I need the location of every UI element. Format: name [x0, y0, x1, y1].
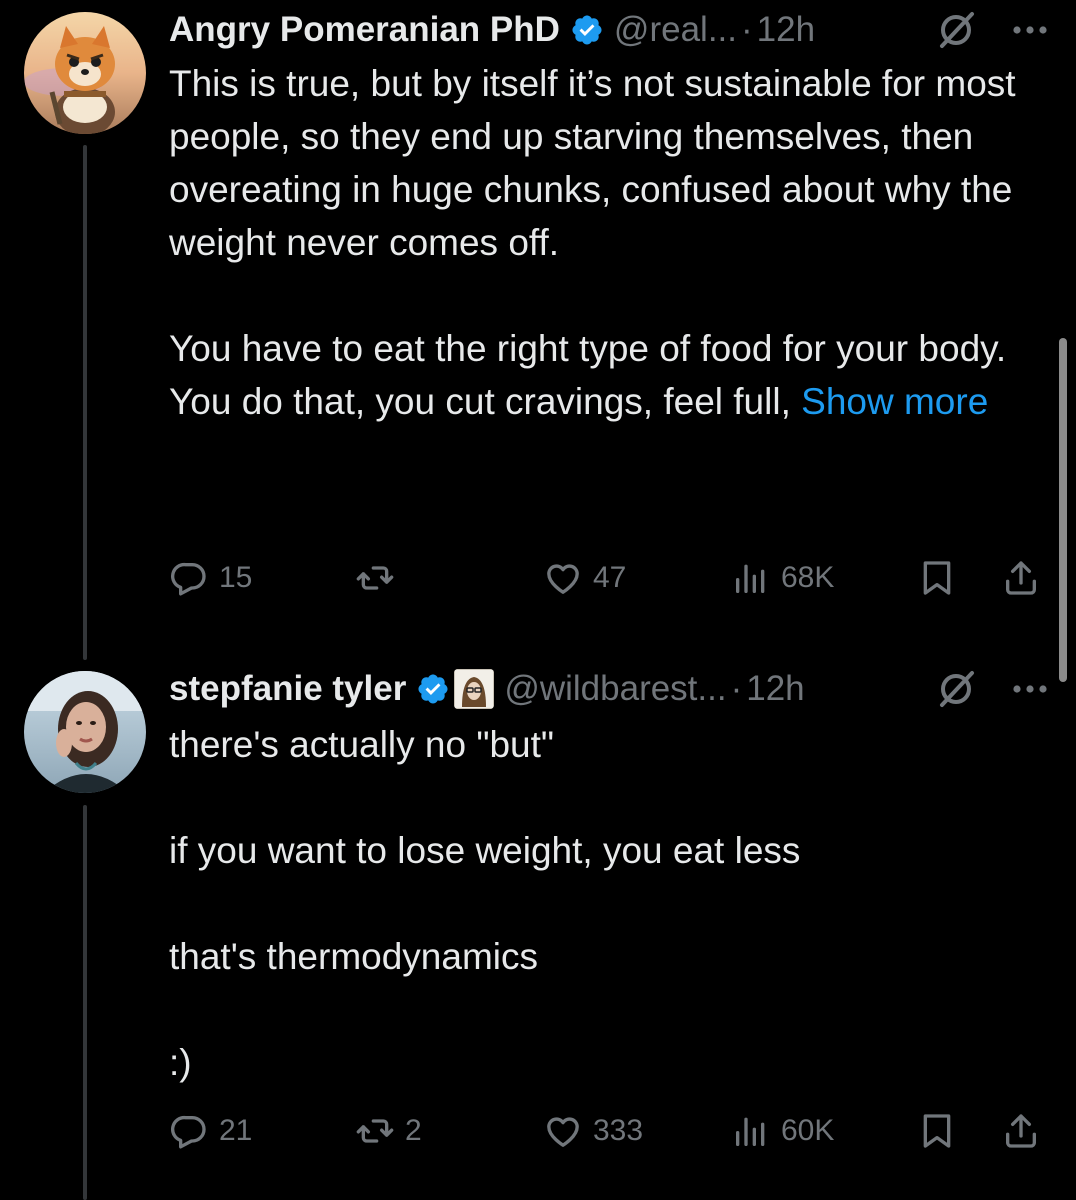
reply-button[interactable]: 15 — [169, 550, 252, 606]
repost-icon — [356, 566, 394, 590]
bookmark-icon — [923, 1114, 951, 1148]
view-count: 68K — [781, 561, 835, 594]
share-button[interactable] — [1001, 1103, 1041, 1159]
share-button[interactable] — [1001, 550, 1041, 606]
tweet-actions: 15 47 68K — [169, 550, 1052, 606]
tweet-actions: 21 2 333 60K — [169, 1103, 1052, 1159]
avatar-stepfanie-tyler[interactable] — [24, 671, 146, 793]
header-separator: · — [730, 669, 743, 708]
share-icon — [1006, 561, 1036, 595]
reply-count: 21 — [219, 1114, 253, 1147]
show-more-link[interactable]: Show more — [801, 381, 988, 422]
timestamp[interactable]: 12h — [757, 10, 815, 50]
handle[interactable]: @real... — [614, 10, 737, 50]
tweet-paragraph: there's actually no "but" — [169, 724, 555, 765]
heart-icon — [547, 1117, 579, 1147]
repost-button[interactable]: 2 — [355, 1103, 422, 1159]
more-options-icon[interactable] — [1008, 8, 1052, 52]
tweet-paragraph: This is true, but by itself it’s not sus… — [169, 63, 1016, 263]
timestamp[interactable]: 12h — [746, 669, 804, 709]
grok-icon[interactable] — [934, 667, 978, 711]
like-count: 47 — [593, 561, 627, 594]
tweet-paragraph: :) — [169, 1042, 192, 1083]
affiliate-badge-icon[interactable] — [454, 669, 495, 709]
heart-icon — [547, 564, 579, 594]
repost-button[interactable] — [355, 550, 405, 606]
views-button[interactable]: 60K — [731, 1103, 834, 1159]
header-separator: · — [741, 10, 753, 49]
repost-icon — [356, 1119, 394, 1143]
reply-button[interactable]: 21 — [169, 1103, 252, 1159]
repost-count: 2 — [405, 1114, 422, 1147]
verified-badge-icon[interactable] — [570, 13, 604, 47]
views-chart-icon — [736, 564, 765, 593]
bookmark-icon — [923, 561, 951, 595]
reply-count: 15 — [219, 561, 253, 594]
more-options-icon[interactable] — [1008, 667, 1052, 711]
thread-line-bottom — [83, 805, 87, 1200]
reply-icon — [171, 562, 206, 596]
display-name[interactable]: Angry Pomeranian PhD — [169, 10, 560, 50]
like-count: 333 — [593, 1114, 644, 1147]
tweet-text: This is true, but by itself it’s not sus… — [169, 57, 1036, 428]
verified-badge-icon[interactable] — [416, 672, 450, 706]
view-count: 60K — [781, 1114, 835, 1147]
tweet-paragraph: You have to eat the right type of food f… — [169, 322, 1036, 428]
tweet-paragraph: that's thermodynamics — [169, 936, 538, 977]
bookmark-button[interactable] — [917, 1103, 957, 1159]
thread-line-top — [83, 145, 87, 660]
tweet-header: stepfanie tyler @wildbarest... · 12h — [169, 661, 1052, 717]
bookmark-button[interactable] — [917, 550, 957, 606]
tweet-header: Angry Pomeranian PhD @real... · 12h — [169, 2, 1052, 58]
grok-icon[interactable] — [934, 8, 978, 52]
views-chart-icon — [736, 1117, 765, 1146]
like-button[interactable]: 47 — [543, 550, 626, 606]
avatar-angry-pomeranian[interactable] — [24, 12, 146, 134]
reply-icon — [171, 1115, 206, 1149]
display-name[interactable]: stepfanie tyler — [169, 669, 406, 709]
share-icon — [1006, 1114, 1036, 1148]
scrollbar-thumb[interactable] — [1059, 338, 1067, 682]
tweet-paragraph: if you want to lose weight, you eat less — [169, 830, 801, 871]
views-button[interactable]: 68K — [731, 550, 834, 606]
tweet-text: there's actually no "but" if you want to… — [169, 718, 1036, 1089]
handle[interactable]: @wildbarest... — [504, 669, 726, 709]
like-button[interactable]: 333 — [543, 1103, 643, 1159]
